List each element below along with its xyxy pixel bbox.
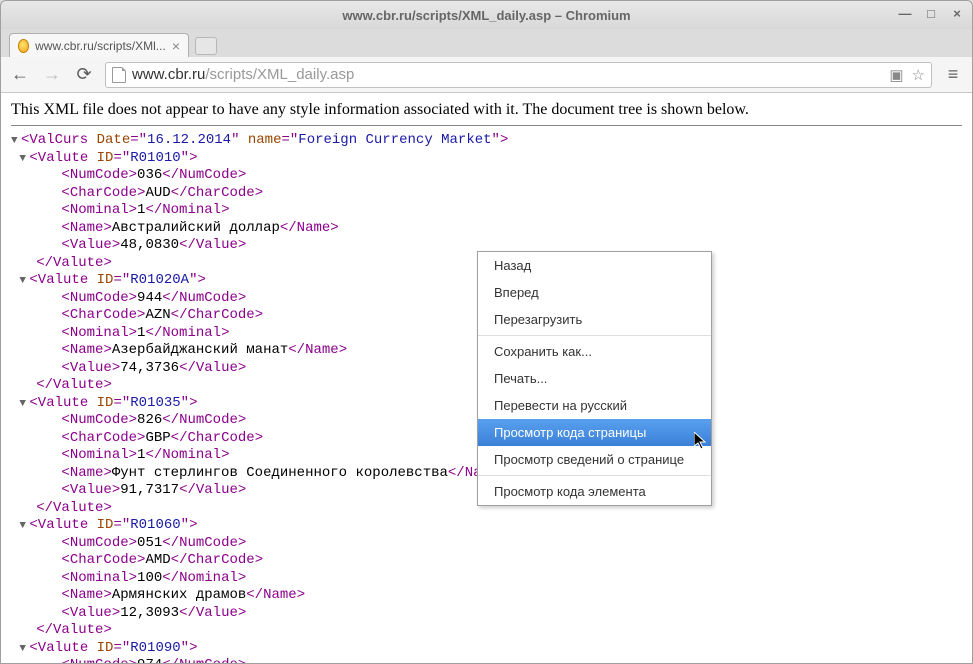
- url-text: www.cbr.ru/scripts/XML_daily.asp: [132, 66, 883, 83]
- forward-button[interactable]: →: [41, 64, 63, 86]
- tab-bar: www.cbr.ru/scripts/XMl... ×: [1, 29, 972, 57]
- tab-label: www.cbr.ru/scripts/XMl...: [35, 39, 166, 53]
- context-menu: НазадВпередПерезагрузить Сохранить как...…: [477, 251, 712, 506]
- menu-separator: [478, 475, 711, 476]
- close-tab-icon[interactable]: ×: [172, 38, 180, 54]
- browser-tab[interactable]: www.cbr.ru/scripts/XMl... ×: [9, 33, 189, 57]
- window-title: www.cbr.ru/scripts/XML_daily.asp – Chrom…: [342, 8, 630, 23]
- context-menu-item[interactable]: Перевести на русский: [478, 392, 711, 419]
- context-menu-item[interactable]: Просмотр сведений о странице: [478, 446, 711, 473]
- back-button[interactable]: ←: [9, 64, 31, 86]
- context-menu-item[interactable]: Просмотр кода элемента: [478, 478, 711, 505]
- favicon-icon: [18, 39, 29, 53]
- address-bar[interactable]: www.cbr.ru/scripts/XML_daily.asp ▣ ☆: [105, 62, 932, 88]
- page-icon: [112, 67, 126, 83]
- reload-button[interactable]: ⟳: [73, 64, 95, 86]
- window-controls: — □ ×: [896, 5, 966, 21]
- context-menu-item[interactable]: Вперед: [478, 279, 711, 306]
- menu-separator: [478, 335, 711, 336]
- minimize-button[interactable]: —: [896, 5, 914, 21]
- context-menu-item[interactable]: Печать...: [478, 365, 711, 392]
- close-window-button[interactable]: ×: [948, 5, 966, 21]
- context-menu-item[interactable]: Перезагрузить: [478, 306, 711, 333]
- menu-button[interactable]: ≡: [942, 64, 964, 86]
- new-tab-button[interactable]: [195, 37, 217, 55]
- titlebar: www.cbr.ru/scripts/XML_daily.asp – Chrom…: [1, 1, 972, 29]
- context-menu-item[interactable]: Назад: [478, 252, 711, 279]
- url-actions: ▣ ☆: [889, 66, 925, 84]
- context-menu-item[interactable]: Просмотр кода страницы: [478, 419, 711, 446]
- context-menu-item[interactable]: Сохранить как...: [478, 338, 711, 365]
- maximize-button[interactable]: □: [922, 5, 940, 21]
- toolbar: ← → ⟳ www.cbr.ru/scripts/XML_daily.asp ▣…: [1, 57, 972, 93]
- xml-notice: This XML file does not appear to have an…: [11, 99, 962, 125]
- translate-icon[interactable]: ▣: [889, 66, 903, 84]
- bookmark-icon[interactable]: ☆: [912, 66, 925, 84]
- divider: [11, 125, 962, 126]
